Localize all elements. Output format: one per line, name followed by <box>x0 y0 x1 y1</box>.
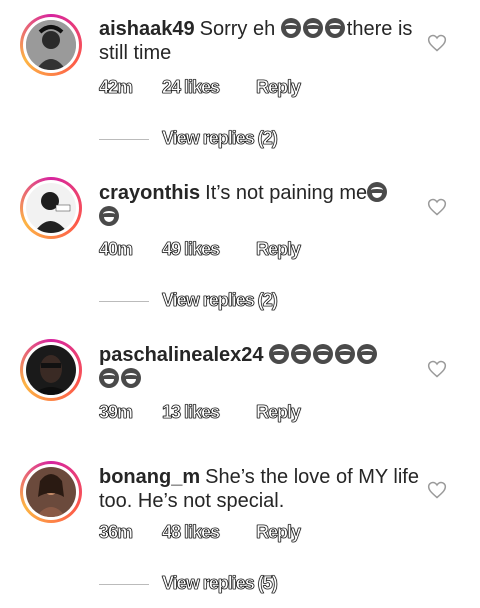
comment-likes[interactable]: 49 likes <box>162 239 221 260</box>
comment-text: It’s not paining me <box>205 182 368 204</box>
view-replies-label[interactable]: View replies (5) <box>162 573 278 594</box>
laughing-emoji-icon <box>280 18 301 38</box>
comment-username[interactable]: aishaak49 <box>99 18 195 40</box>
divider <box>99 139 149 140</box>
laughing-emoji-icon <box>290 344 311 364</box>
comment-likes[interactable]: 48 likes <box>162 522 221 543</box>
comment-body: aishaak49 Sorry eh there is still time <box>99 17 419 65</box>
heart-icon[interactable] <box>427 359 447 379</box>
comment-time: 42m <box>99 77 134 98</box>
comment-time: 36m <box>99 522 134 543</box>
heart-icon[interactable] <box>427 197 447 217</box>
view-replies[interactable]: View replies (2) <box>99 290 399 314</box>
avatar[interactable] <box>20 461 82 523</box>
heart-icon[interactable] <box>427 33 447 53</box>
laughing-emoji-icon <box>356 344 377 364</box>
view-replies[interactable]: View replies (2) <box>99 128 399 152</box>
comment-body: bonang_m She’s the love of MY life too. H… <box>99 465 419 513</box>
comment-text: Sorry eh <box>199 18 276 40</box>
comment-time: 40m <box>99 239 134 260</box>
laughing-emoji-icon <box>99 368 119 388</box>
reply-button[interactable]: Reply <box>256 239 302 260</box>
heart-icon[interactable] <box>427 480 447 500</box>
comment-username[interactable]: bonang_m <box>99 466 200 488</box>
avatar[interactable] <box>20 339 82 401</box>
comment-meta: 36m 48 likes Reply <box>99 522 359 544</box>
laughing-emoji-icon <box>121 368 141 388</box>
divider <box>99 301 149 302</box>
laughing-emoji-icon <box>334 344 355 364</box>
laughing-emoji-icon <box>302 18 323 38</box>
view-replies-label[interactable]: View replies (2) <box>162 128 278 149</box>
crying-emoji-icon <box>367 182 388 202</box>
comment-body: crayonthis It’s not paining me <box>99 181 419 229</box>
laughing-emoji-icon <box>324 18 345 38</box>
comment-meta: 39m 13 likes Reply <box>99 402 359 424</box>
comment-username[interactable]: paschalinealex24 <box>99 344 264 366</box>
laughing-emoji-icon <box>312 344 333 364</box>
laughing-emoji-icon <box>268 344 289 364</box>
comment-likes[interactable]: 24 likes <box>162 77 221 98</box>
laughing-emoji-icon <box>99 206 119 226</box>
comment-body: paschalinealex24 <box>99 343 419 391</box>
reply-button[interactable]: Reply <box>256 402 302 423</box>
view-replies[interactable]: View replies (5) <box>99 573 399 597</box>
comment-likes[interactable]: 13 likes <box>162 402 221 423</box>
avatar[interactable] <box>20 177 82 239</box>
reply-button[interactable]: Reply <box>256 522 302 543</box>
divider <box>99 584 149 585</box>
comment-meta: 42m 24 likes Reply <box>99 77 359 99</box>
reply-button[interactable]: Reply <box>256 77 302 98</box>
comment-username[interactable]: crayonthis <box>99 182 200 204</box>
avatar[interactable] <box>20 14 82 76</box>
view-replies-label[interactable]: View replies (2) <box>162 290 278 311</box>
comment-time: 39m <box>99 402 134 423</box>
comment-meta: 40m 49 likes Reply <box>99 239 359 261</box>
